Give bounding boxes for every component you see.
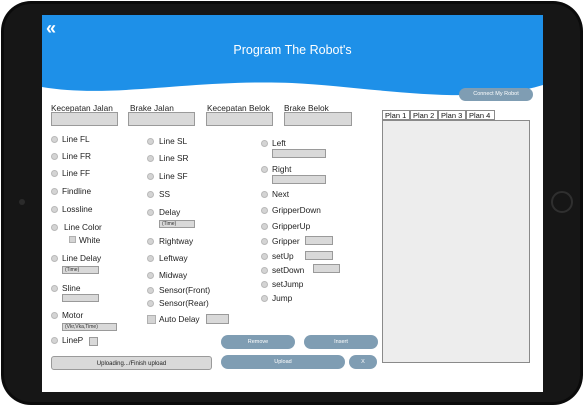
- label-line-fl: Line FL: [62, 134, 90, 144]
- label-line-fr: Line FR: [62, 151, 92, 161]
- right-input[interactable]: [272, 175, 326, 184]
- label-line-ff: Line FF: [62, 168, 91, 178]
- app-screen: « Program The Robot's Connect My Robot K…: [42, 15, 543, 392]
- remove-button[interactable]: Remove: [221, 335, 295, 349]
- label-gripper: Gripper: [272, 236, 300, 246]
- radio-sensor-front[interactable]: [147, 287, 154, 294]
- radio-leftway[interactable]: [147, 255, 154, 262]
- label-ss: SS: [159, 189, 171, 199]
- radio-next[interactable]: [261, 191, 268, 198]
- radio-lossline[interactable]: [51, 206, 58, 213]
- radio-sensor-rear[interactable]: [147, 300, 154, 307]
- label-setjump: setJump: [272, 279, 304, 289]
- label-auto-delay: Auto Delay: [159, 314, 200, 324]
- close-button[interactable]: X: [349, 355, 377, 369]
- delay-input[interactable]: (Time): [159, 220, 195, 228]
- double-chevron-left-icon[interactable]: «: [46, 19, 56, 37]
- camera-dot: [19, 199, 25, 205]
- tab-plan-2[interactable]: Plan 2: [410, 110, 438, 120]
- gripper-input[interactable]: [305, 236, 333, 245]
- radio-gripperup[interactable]: [261, 223, 268, 230]
- white-checkbox[interactable]: [69, 236, 76, 243]
- radio-linep[interactable]: [51, 337, 58, 344]
- connect-robot-button[interactable]: Connect My Robot: [459, 88, 533, 101]
- setdown-input[interactable]: [313, 264, 340, 273]
- linep-input[interactable]: [89, 337, 98, 346]
- kecepatan-belok-input[interactable]: [206, 112, 273, 126]
- radio-midway[interactable]: [147, 272, 154, 279]
- motor-input[interactable]: (Vkr,Vka,Time): [62, 323, 117, 331]
- label-line-color: Line Color: [64, 222, 102, 232]
- left-input[interactable]: [272, 149, 326, 158]
- label-midway: Midway: [159, 270, 188, 280]
- radio-findline[interactable]: [51, 188, 58, 195]
- radio-line-delay[interactable]: [51, 255, 58, 262]
- radio-line-sr[interactable]: [147, 155, 154, 162]
- label-lossline: Lossline: [62, 204, 93, 214]
- label-gripperdown: GripperDown: [272, 205, 321, 215]
- label-sensor-front: Sensor(Front): [159, 285, 211, 295]
- home-button[interactable]: [551, 191, 573, 213]
- label-next: Next: [272, 189, 290, 199]
- label-line-sr: Line SR: [159, 153, 189, 163]
- radio-sline[interactable]: [51, 285, 58, 292]
- radio-gripperdown[interactable]: [261, 207, 268, 214]
- label-line-delay: Line Delay: [62, 253, 102, 263]
- radio-line-sf[interactable]: [147, 173, 154, 180]
- tab-plan-4[interactable]: Plan 4: [466, 110, 495, 120]
- label-sensor-rear: Sensor(Rear): [159, 298, 209, 308]
- label-rightway: Rightway: [159, 236, 194, 246]
- tab-plan-3[interactable]: Plan 3: [438, 110, 466, 120]
- radio-setup[interactable]: [261, 253, 268, 260]
- radio-right[interactable]: [261, 166, 268, 173]
- upload-status: Uploading.../Finish upload: [51, 356, 212, 370]
- sline-input[interactable]: [62, 294, 99, 302]
- line-delay-input[interactable]: (Time): [62, 266, 99, 274]
- label-leftway: Leftway: [159, 253, 188, 263]
- radio-setdown[interactable]: [261, 267, 268, 274]
- label-jump: Jump: [272, 293, 293, 303]
- brake-belok-input[interactable]: [284, 112, 352, 126]
- label-sline: Sline: [62, 283, 81, 293]
- label-line-sf: Line SF: [159, 171, 188, 181]
- radio-motor[interactable]: [51, 312, 58, 319]
- auto-delay-checkbox[interactable]: [147, 315, 156, 324]
- radio-delay[interactable]: [147, 209, 154, 216]
- upload-button[interactable]: Upload: [221, 355, 345, 369]
- radio-left[interactable]: [261, 140, 268, 147]
- radio-rightway[interactable]: [147, 238, 154, 245]
- radio-jump[interactable]: [261, 295, 268, 302]
- label-linep: LineP: [62, 335, 84, 345]
- tab-plan-1[interactable]: Plan 1: [382, 110, 410, 120]
- label-left: Left: [272, 138, 286, 148]
- radio-line-ff[interactable]: [51, 170, 58, 177]
- radio-gripper[interactable]: [261, 238, 268, 245]
- setup-input[interactable]: [305, 251, 333, 260]
- radio-line-color[interactable]: [51, 224, 58, 231]
- radio-setjump[interactable]: [261, 281, 268, 288]
- label-gripperup: GripperUp: [272, 221, 311, 231]
- plan-list-panel[interactable]: [382, 120, 530, 363]
- label-setup: setUp: [272, 251, 294, 261]
- page-title: Program The Robot's: [233, 43, 352, 57]
- label-right: Right: [272, 164, 292, 174]
- radio-ss[interactable]: [147, 191, 154, 198]
- label-delay: Delay: [159, 207, 181, 217]
- brake-jalan-input[interactable]: [128, 112, 195, 126]
- radio-line-fl[interactable]: [51, 136, 58, 143]
- label-line-sl: Line SL: [159, 136, 188, 146]
- auto-delay-input[interactable]: [206, 314, 229, 324]
- radio-line-sl[interactable]: [147, 138, 154, 145]
- label-setdown: setDown: [272, 265, 305, 275]
- insert-button[interactable]: Insert: [304, 335, 378, 349]
- radio-line-fr[interactable]: [51, 153, 58, 160]
- label-motor: Motor: [62, 310, 84, 320]
- kecepatan-jalan-input[interactable]: [51, 112, 118, 126]
- label-white: White: [79, 235, 101, 245]
- label-findline: Findline: [62, 186, 92, 196]
